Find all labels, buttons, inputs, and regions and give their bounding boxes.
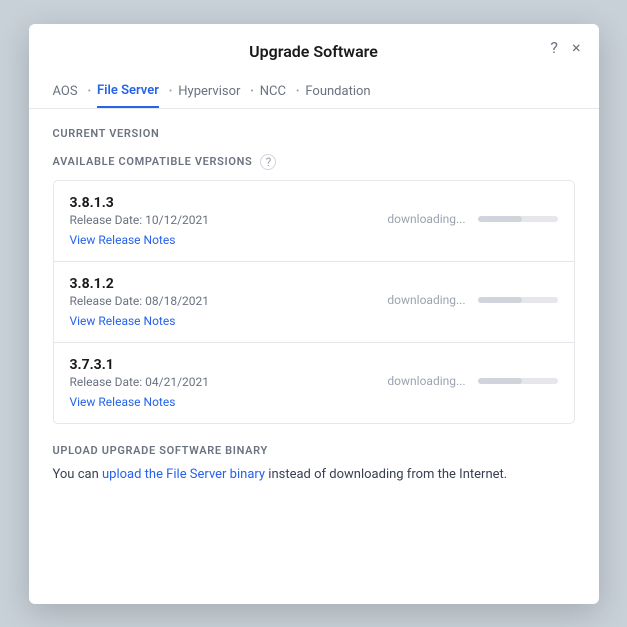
tabs-bar: AOS • File Server • Hypervisor • NCC • F… <box>29 75 599 109</box>
modal-header: Upgrade Software ? × <box>29 24 599 61</box>
version-number-2: 3.8.1.2 <box>70 276 388 292</box>
upload-description: You can upload the File Server binary in… <box>53 465 575 485</box>
current-version-section: CURRENT VERSION <box>53 127 575 140</box>
progress-bar-bg-3 <box>478 378 558 384</box>
version-number-1: 3.8.1.3 <box>70 195 388 211</box>
progress-bar-2 <box>478 297 558 303</box>
modal-header-icons: ? × <box>550 40 580 56</box>
progress-bar-1 <box>478 216 558 222</box>
version-date-3: Release Date: 04/21/2021 <box>70 375 388 389</box>
version-date-1: Release Date: 10/12/2021 <box>70 213 388 227</box>
modal-overlay: Upgrade Software ? × AOS • File Server •… <box>0 0 627 627</box>
versions-list: 3.8.1.3 downloading... Release Date: 10/… <box>53 180 575 424</box>
modal-title: Upgrade Software <box>249 42 378 61</box>
available-help-icon[interactable]: ? <box>260 154 276 170</box>
tab-aos[interactable]: AOS <box>53 76 78 107</box>
tab-dot-4: • <box>296 86 299 97</box>
version-item-1: 3.8.1.3 downloading... Release Date: 10/… <box>54 181 574 262</box>
tab-foundation[interactable]: Foundation <box>305 76 370 107</box>
tab-dot-1: • <box>88 86 91 97</box>
tab-ncc[interactable]: NCC <box>260 76 286 107</box>
tab-dot-2: • <box>169 86 172 97</box>
progress-bar-fill-1 <box>478 216 522 222</box>
version-status-1: downloading... <box>387 212 465 226</box>
view-release-notes-3[interactable]: View Release Notes <box>70 395 388 409</box>
version-date-2: Release Date: 08/18/2021 <box>70 294 388 308</box>
upload-label: UPLOAD UPGRADE SOFTWARE BINARY <box>53 444 575 457</box>
close-icon[interactable]: × <box>572 40 581 56</box>
version-status-2: downloading... <box>387 293 465 307</box>
upload-text-before: You can <box>53 467 102 482</box>
upload-section: UPLOAD UPGRADE SOFTWARE BINARY You can u… <box>53 444 575 485</box>
upload-file-server-link[interactable]: upload the File Server binary <box>102 467 265 482</box>
tab-dot-3: • <box>250 86 253 97</box>
version-item-2: 3.8.1.2 downloading... Release Date: 08/… <box>54 262 574 343</box>
current-version-label: CURRENT VERSION <box>53 127 575 140</box>
progress-bar-fill-2 <box>478 297 522 303</box>
progress-bar-bg-1 <box>478 216 558 222</box>
tab-file-server[interactable]: File Server <box>97 75 159 108</box>
help-icon[interactable]: ? <box>550 40 558 56</box>
upload-text-after: instead of downloading from the Internet… <box>265 467 507 482</box>
upgrade-software-modal: Upgrade Software ? × AOS • File Server •… <box>29 24 599 604</box>
version-status-3: downloading... <box>387 374 465 388</box>
progress-bar-bg-2 <box>478 297 558 303</box>
modal-body: CURRENT VERSION AVAILABLE COMPATIBLE VER… <box>29 109 599 604</box>
progress-bar-fill-3 <box>478 378 522 384</box>
view-release-notes-2[interactable]: View Release Notes <box>70 314 388 328</box>
version-number-3: 3.7.3.1 <box>70 357 388 373</box>
tab-hypervisor[interactable]: Hypervisor <box>178 76 240 107</box>
view-release-notes-1[interactable]: View Release Notes <box>70 233 388 247</box>
available-versions-header: AVAILABLE COMPATIBLE VERSIONS ? <box>53 154 575 170</box>
version-item-3: 3.7.3.1 downloading... Release Date: 04/… <box>54 343 574 423</box>
progress-bar-3 <box>478 378 558 384</box>
available-versions-label: AVAILABLE COMPATIBLE VERSIONS <box>53 155 253 168</box>
